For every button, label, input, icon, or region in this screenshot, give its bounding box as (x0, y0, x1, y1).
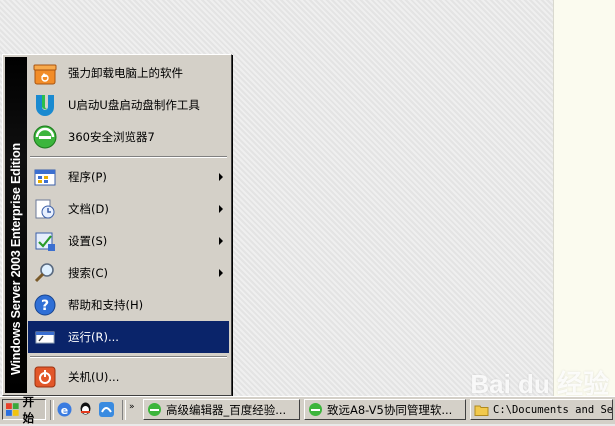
menu-item-label: 程序(P) (68, 170, 107, 184)
windows-logo-icon (6, 402, 19, 416)
taskbar-task-editor[interactable]: 高级编辑器_百度经验... (143, 399, 300, 420)
menu-item-programs[interactable]: 程序(P) (28, 161, 229, 193)
browser-360-icon (309, 403, 322, 416)
menu-item-uqidong[interactable]: U启动U盘启动盘制作工具 (28, 89, 229, 121)
menu-item-label: 文档(D) (68, 202, 109, 216)
settings-icon (31, 227, 59, 255)
submenu-arrow-icon (219, 205, 223, 213)
menu-item-documents[interactable]: 文档(D) (28, 193, 229, 225)
submenu-arrow-icon (219, 269, 223, 277)
background-window-edge (553, 0, 615, 396)
menu-item-label: 设置(S) (68, 234, 108, 248)
menu-item-label: 强力卸载电脑上的软件 (68, 66, 183, 80)
svg-text:e: e (61, 404, 68, 417)
menu-item-settings[interactable]: 设置(S) (28, 225, 229, 257)
menu-item-shutdown[interactable]: 关机(U)... (28, 361, 229, 393)
submenu-arrow-icon (219, 173, 223, 181)
side-banner: Windows Server 2003 Enterprise Edition (5, 57, 27, 393)
browser-icon[interactable] (98, 401, 115, 418)
folder-icon (474, 405, 489, 416)
start-menu: Windows Server 2003 Enterprise Edition 强… (2, 54, 232, 396)
menu-separator (30, 156, 227, 158)
menu-item-label: 搜索(C) (68, 266, 109, 280)
submenu-arrow-icon (219, 237, 223, 245)
menu-item-360browser[interactable]: 360安全浏览器7 (28, 121, 229, 153)
quick-launch: e (56, 401, 115, 418)
ie-icon[interactable]: e (56, 401, 73, 418)
programs-icon (31, 163, 59, 191)
menu-item-label: 关机(U)... (68, 370, 120, 384)
menu-separator (30, 356, 227, 358)
help-icon: ? (31, 291, 59, 319)
taskbar-divider (122, 400, 126, 420)
run-icon (31, 323, 59, 351)
start-button[interactable]: 开始 (2, 395, 46, 425)
task-label: 致远A8-V5协同管理软... (327, 402, 453, 417)
task-label: 高级编辑器_百度经验... (166, 402, 287, 417)
menu-item-label: 运行(R)... (68, 330, 119, 344)
menu-item-label: 360安全浏览器7 (68, 130, 155, 144)
menu-item-run[interactable]: 运行(R)... (28, 321, 229, 353)
recycle-box-icon (31, 59, 59, 87)
menu-item-help[interactable]: ? 帮助和支持(H) (28, 289, 229, 321)
taskbar-overflow-icon[interactable]: » (129, 402, 135, 412)
start-menu-list: 强力卸载电脑上的软件 U启动U盘启动盘制作工具 360安全浏览器7 程序(P) … (28, 57, 229, 393)
menu-item-uninstaller[interactable]: 强力卸载电脑上的软件 (28, 57, 229, 89)
taskbar-task-explorer[interactable]: C:\Documents and Se... (470, 399, 613, 420)
start-button-label: 开始 (22, 394, 35, 425)
menu-item-label: 帮助和支持(H) (68, 298, 144, 312)
taskbar-task-seeyon[interactable]: 致远A8-V5协同管理软... (304, 399, 466, 420)
menu-item-label: U启动U盘启动盘制作工具 (68, 98, 200, 112)
shutdown-icon (31, 363, 59, 391)
taskbar: 开始 e » 高级编辑器_百度经验... 致远A8-V5协同管理软... C:\… (0, 395, 615, 425)
qq-icon[interactable] (77, 401, 94, 418)
menu-item-search[interactable]: 搜索(C) (28, 257, 229, 289)
task-label: C:\Documents and Se... (493, 403, 613, 416)
taskbar-divider (50, 400, 54, 420)
browser-360-icon (31, 123, 59, 151)
documents-icon (31, 195, 59, 223)
browser-360-icon (148, 403, 161, 416)
u-logo-icon (31, 91, 59, 119)
svg-text:?: ? (41, 298, 49, 314)
side-banner-text: Windows Server 2003 Enterprise Edition (9, 143, 23, 375)
search-icon (31, 259, 59, 287)
